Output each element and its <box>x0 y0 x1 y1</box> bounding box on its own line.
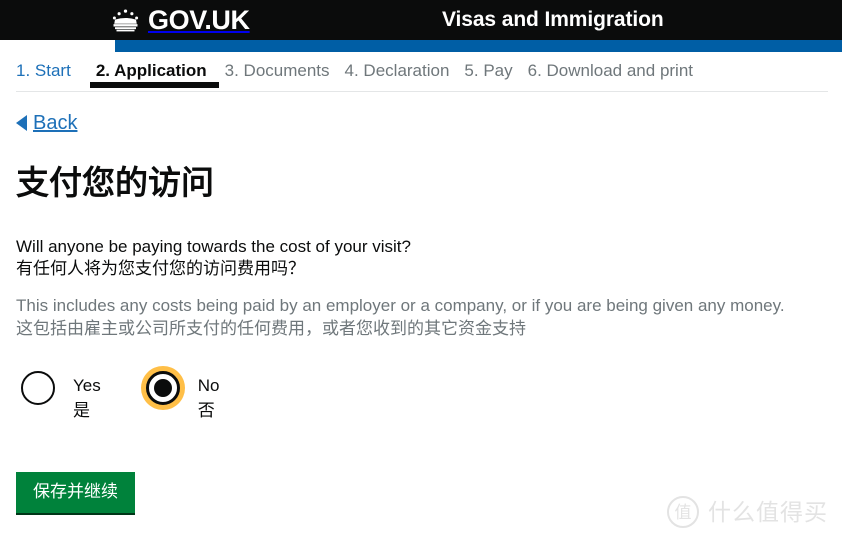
radio-no-selected-dot-icon <box>153 379 172 398</box>
radio-option-no[interactable]: No 否 <box>140 366 220 423</box>
question-text-en: Will anyone be paying towards the cost o… <box>16 236 411 256</box>
radio-yes-label-en: Yes <box>73 376 101 396</box>
watermark: 值 什么值得买 <box>667 496 828 528</box>
progress-steps: 1. Start 2. Application 3. Documents 4. … <box>0 52 842 100</box>
back-arrow-icon <box>16 115 27 131</box>
govuk-logo-text: GOV.UK <box>148 4 250 35</box>
main-content: Back 支付您的访问 Will anyone be paying toward… <box>0 100 842 514</box>
radio-yes-control[interactable] <box>16 366 60 410</box>
step-6-download-and-print[interactable]: 6. Download and print <box>528 61 708 88</box>
service-name: Visas and Immigration <box>442 8 664 31</box>
radio-no-label-en: No <box>197 376 220 396</box>
hint-text-en: This includes any costs being paid by an… <box>16 295 785 315</box>
radio-yes-circle-icon <box>21 371 55 406</box>
hint-text-zh: 这包括由雇主或公司所支付的任何费用，或者您收到的其它资金支持 <box>16 318 526 338</box>
radio-no-label-zh: 否 <box>197 400 215 420</box>
govuk-logo-link[interactable]: GOV.UK <box>110 0 250 40</box>
question-text: Will anyone be paying towards the cost o… <box>16 236 826 281</box>
watermark-text: 什么值得买 <box>708 498 828 525</box>
step-4-declaration[interactable]: 4. Declaration <box>345 61 465 88</box>
save-and-continue-button[interactable]: 保存并继续 <box>16 471 135 514</box>
radio-no-control[interactable] <box>140 366 185 411</box>
steps-divider <box>16 91 828 92</box>
page-title: 支付您的访问 <box>16 164 214 201</box>
step-1-start[interactable]: 1. Start <box>16 61 86 88</box>
step-5-pay[interactable]: 5. Pay <box>464 61 527 88</box>
radio-yes-labels: Yes 是 <box>73 366 101 423</box>
radio-option-yes[interactable]: Yes 是 <box>16 366 101 423</box>
radio-group: Yes 是 No 否 <box>16 366 826 423</box>
site-header: GOV.UK Visas and Immigration <box>0 0 842 52</box>
crown-icon <box>110 8 141 32</box>
watermark-badge-icon: 值 <box>667 496 699 528</box>
step-2-application[interactable]: 2. Application <box>86 61 225 89</box>
radio-yes-label-zh: 是 <box>73 400 90 420</box>
back-link-label: Back <box>33 112 78 134</box>
back-link[interactable]: Back <box>16 112 77 134</box>
step-3-documents[interactable]: 3. Documents <box>225 61 345 88</box>
question-text-zh: 有任何人将为您支付您的访问费用吗？ <box>16 259 305 279</box>
hint-text: This includes any costs being paid by an… <box>16 295 826 341</box>
service-blue-bar <box>115 40 842 52</box>
radio-no-labels: No 否 <box>198 366 220 423</box>
